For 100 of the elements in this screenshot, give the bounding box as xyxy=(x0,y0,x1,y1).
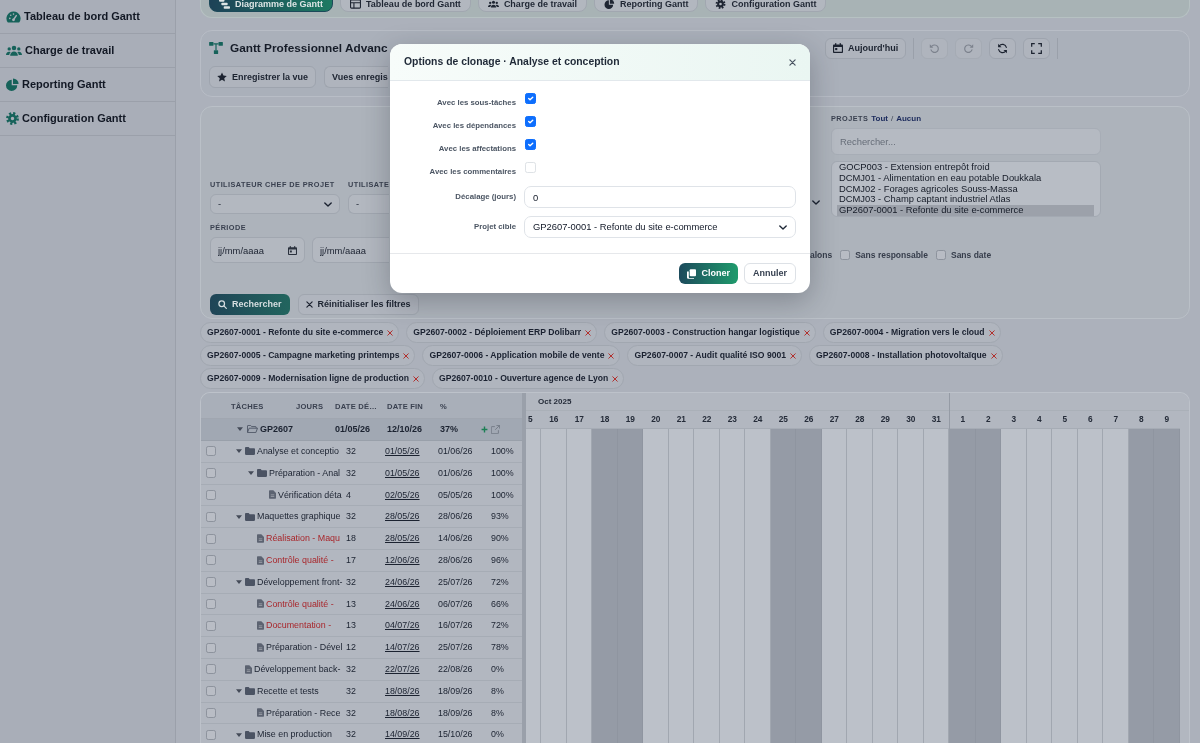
project-listbox[interactable]: GOCP003 - Extension entrepôt froid DCMJ01 - Alimentation en eau potable Doukkala DCMJ02 - Forages agricoles Souss-Massa DCMJ03 - Champ captant industriel Atlas GP2607-0001 - Refonte du site e-commerce xyxy=(831,161,1101,217)
start-date[interactable]: 01/05/26 xyxy=(385,446,420,457)
row-checkbox[interactable] xyxy=(206,533,216,544)
tab[interactable]: Configuration Gantt xyxy=(705,0,827,12)
sidebar-item[interactable]: Configuration Gantt xyxy=(0,102,175,136)
sidebar-item[interactable]: Charge de travail xyxy=(0,34,175,68)
close-icon[interactable] xyxy=(403,352,410,359)
add-icon[interactable] xyxy=(481,426,488,433)
caret-down-icon[interactable] xyxy=(236,580,242,585)
cancel-button[interactable]: Annuler xyxy=(744,263,796,284)
date-field[interactable]: jj/mm/aaaa xyxy=(312,237,389,263)
task-name[interactable]: Réalisation - Maqu xyxy=(266,533,340,544)
refresh-button[interactable] xyxy=(989,37,1017,59)
start-date[interactable]: 14/09/26 xyxy=(385,729,420,740)
start-date[interactable]: 18/08/26 xyxy=(385,685,420,696)
row-checkbox[interactable] xyxy=(206,490,216,500)
project-option[interactable]: DCMJ02 - Forages agricoles Souss-Massa xyxy=(837,183,1094,195)
start-date[interactable]: 14/07/26 xyxy=(385,642,420,653)
checkbox[interactable] xyxy=(840,250,851,260)
close-icon[interactable] xyxy=(612,375,619,382)
start-date[interactable]: 18/08/26 xyxy=(385,707,420,718)
task-name[interactable]: Préparation - Anal xyxy=(269,467,341,479)
close-icon[interactable] xyxy=(608,352,615,359)
close-icon[interactable] xyxy=(988,329,995,336)
row-checkbox[interactable] xyxy=(206,620,216,631)
task-name[interactable]: Préparation - Rece xyxy=(266,707,341,719)
task-name[interactable]: Mise en production xyxy=(257,729,332,741)
search-button[interactable]: Rechercher xyxy=(210,294,290,315)
caret-down-icon[interactable] xyxy=(236,732,242,737)
start-date[interactable]: 28/05/26 xyxy=(385,533,420,544)
close-icon[interactable] xyxy=(990,352,997,359)
task-name[interactable]: Préparation - Dével xyxy=(266,642,343,653)
start-date[interactable]: 22/07/26 xyxy=(385,664,420,674)
target-project-select[interactable]: GP2607-0001 - Refonte du site e-commerce xyxy=(524,216,796,238)
start-date[interactable]: 28/05/26 xyxy=(385,511,420,522)
row-checkbox[interactable] xyxy=(206,686,216,697)
close-icon[interactable] xyxy=(803,329,810,336)
task-name[interactable]: Documentation - xyxy=(266,620,332,632)
offset-input[interactable]: 0 xyxy=(524,186,796,208)
tab[interactable]: Diagramme de Gantt xyxy=(209,0,334,12)
select-all-link[interactable]: Tout xyxy=(871,114,888,124)
row-checkbox[interactable] xyxy=(206,511,216,522)
close-icon[interactable] xyxy=(790,352,797,359)
close-icon[interactable] xyxy=(387,329,394,336)
checkbox[interactable] xyxy=(525,93,536,104)
tab[interactable]: Reporting Gantt xyxy=(593,0,699,12)
row-checkbox[interactable] xyxy=(206,707,216,718)
date-field[interactable]: jj/mm/aaaa xyxy=(210,237,305,263)
close-icon[interactable] xyxy=(413,375,419,382)
start-date[interactable]: 12/06/26 xyxy=(385,555,420,566)
sidebar-item[interactable]: Reporting Gantt xyxy=(0,68,175,102)
caret-down-icon[interactable] xyxy=(248,471,254,476)
task-name[interactable]: Développement front- xyxy=(257,576,343,588)
start-date[interactable]: 02/05/26 xyxy=(385,489,420,500)
project-option[interactable]: GP2607-0001 - Refonte du site e-commerce xyxy=(837,205,1094,216)
project-option[interactable]: DCMJ03 - Champ captant industriel Atlas xyxy=(837,194,1094,206)
task-name[interactable]: Développement back- xyxy=(254,664,341,675)
start-date[interactable]: 04/07/26 xyxy=(385,620,420,631)
row-checkbox[interactable] xyxy=(206,555,216,566)
checkbox[interactable] xyxy=(935,250,946,260)
external-link-icon[interactable] xyxy=(491,425,500,434)
saved-views-button[interactable]: Vues enregis xyxy=(324,66,388,88)
task-name[interactable]: Contrôle qualité - xyxy=(266,555,334,566)
start-date[interactable]: 24/06/26 xyxy=(385,598,420,609)
fullscreen-button[interactable] xyxy=(1023,37,1051,59)
row-checkbox[interactable] xyxy=(206,446,216,457)
caret-down-icon[interactable] xyxy=(236,514,242,519)
select-none-link[interactable]: Aucun xyxy=(896,114,922,124)
caret-down-icon[interactable] xyxy=(236,449,242,454)
caret-down-icon[interactable] xyxy=(237,427,243,432)
select-field[interactable]: - xyxy=(348,194,389,214)
select-field[interactable]: - xyxy=(210,194,340,214)
row-checkbox[interactable] xyxy=(206,598,216,609)
search-field[interactable]: Rechercher... xyxy=(831,128,1101,155)
tab[interactable]: Tableau de bord Gantt xyxy=(340,0,471,12)
task-name[interactable]: Analyse et conceptio xyxy=(257,446,339,457)
row-checkbox[interactable] xyxy=(206,729,216,740)
clone-button[interactable]: Cloner xyxy=(679,263,738,284)
task-name[interactable]: Maquettes graphique xyxy=(257,511,341,523)
sidebar-item[interactable]: Tableau de bord Gantt xyxy=(0,0,175,34)
tab[interactable]: Charge de travail xyxy=(477,0,587,12)
close-icon[interactable] xyxy=(585,329,592,336)
task-name[interactable]: Contrôle qualité - xyxy=(266,598,334,610)
close-icon[interactable] xyxy=(789,58,796,66)
project-option[interactable]: DCMJ01 - Alimentation en eau potable Doukkala xyxy=(837,172,1094,184)
row-checkbox[interactable] xyxy=(206,664,216,675)
checkbox[interactable] xyxy=(525,139,536,150)
save-view-button[interactable]: Enregistrer la vue xyxy=(209,66,317,88)
task-name[interactable]: Vérification déta xyxy=(278,489,342,501)
row-checkbox[interactable] xyxy=(206,468,216,479)
caret-down-icon[interactable] xyxy=(236,689,242,694)
start-date[interactable]: 24/06/26 xyxy=(385,576,420,587)
checkbox[interactable] xyxy=(525,116,536,127)
task-name[interactable]: Recette et tests xyxy=(257,685,319,697)
start-date[interactable]: 01/05/26 xyxy=(385,467,420,478)
row-checkbox[interactable] xyxy=(206,642,216,653)
today-button[interactable]: Aujourd'hui xyxy=(825,37,907,59)
project-option[interactable]: GOCP003 - Extension entrepôt froid xyxy=(837,162,1094,173)
row-checkbox[interactable] xyxy=(206,577,216,588)
reset-filters-button[interactable]: Réinitialiser les filtres xyxy=(297,294,419,315)
